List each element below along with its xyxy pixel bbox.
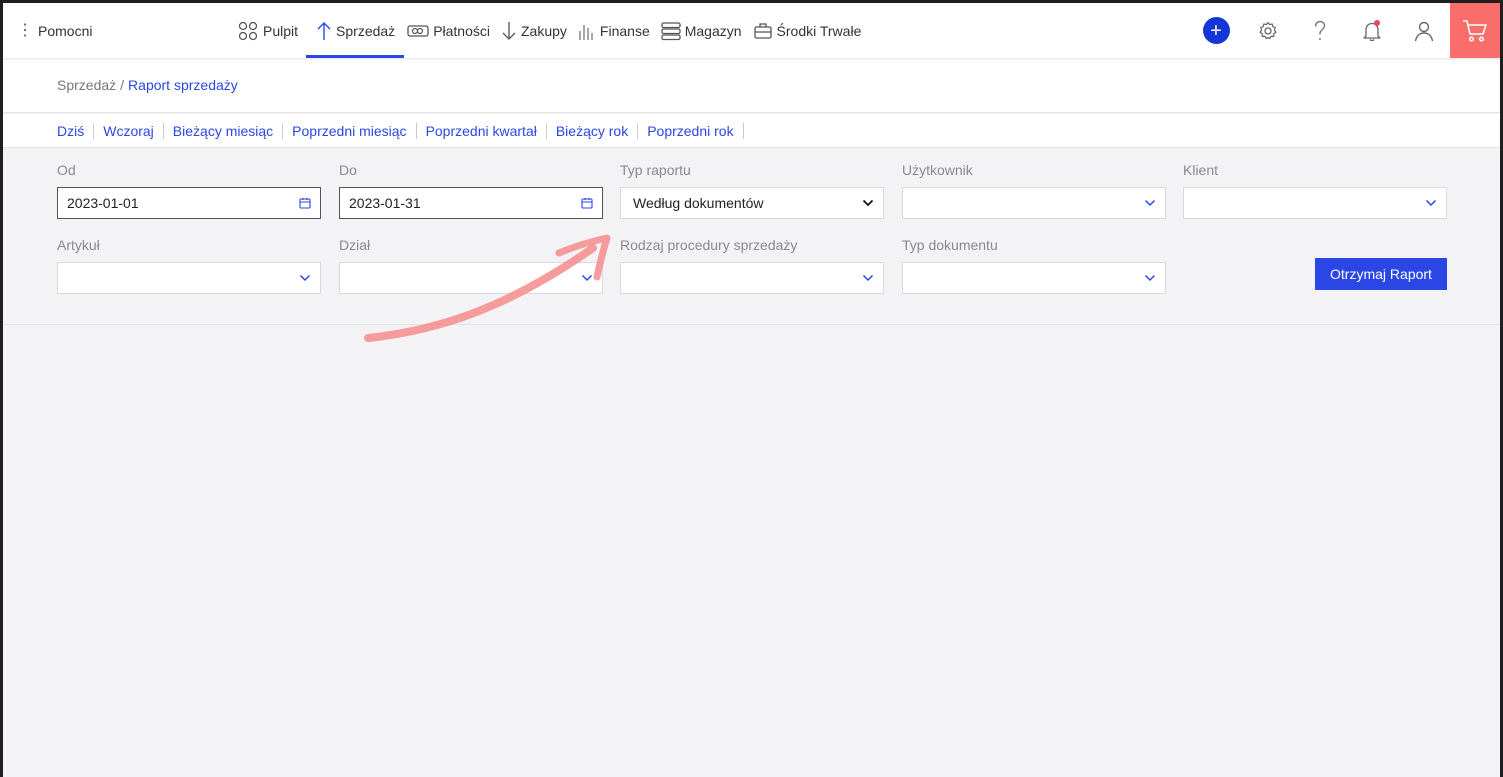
date-to-input[interactable]: 2023-01-31 [339,187,603,219]
client-select[interactable] [1183,187,1447,219]
field-typ-dokumentu: Typ dokumentu [902,237,1166,294]
article-select[interactable] [57,262,321,294]
calendar-icon[interactable] [299,197,311,209]
quick-range-previous-month[interactable]: Poprzedni miesiąc [283,122,417,139]
quick-range-yesterday[interactable]: Wczoraj [94,122,164,139]
field-label: Dział [339,237,371,253]
field-label: Artykuł [57,237,100,253]
add-new-button[interactable]: + [1190,3,1242,58]
arrow-up-icon [317,21,331,40]
nav-item-platnosci[interactable]: Płatności [404,3,498,58]
fixed-assets-icon [753,22,772,39]
calendar-icon[interactable] [581,197,593,209]
quick-range-current-year[interactable]: Bieżący rok [547,122,639,139]
cart-button[interactable] [1450,3,1500,58]
cart-icon [1463,19,1487,42]
header-actions: + [1190,3,1500,58]
brand-menu[interactable]: ⋮ Pomocni [17,3,92,58]
field-od: Od 2023-01-01 [57,162,321,219]
nav-item-pulpit[interactable]: Pulpit [234,3,306,58]
kebab-menu-icon[interactable]: ⋮ [17,22,33,39]
notifications-button[interactable] [1346,3,1398,58]
plus-icon: + [1202,17,1230,44]
field-artykul: Artykuł [57,237,321,294]
field-dzial: Dział [339,237,603,294]
chevron-down-icon [1144,199,1156,207]
field-value: 2023-01-31 [349,195,421,211]
nav-item-sprzedaz[interactable]: Sprzedaż [306,3,405,58]
field-do: Do 2023-01-31 [339,162,603,219]
field-label: Do [339,162,357,178]
top-nav: ⋮ Pomocni Pulpit Sprzedaż Płatności Zaku… [3,3,1500,58]
nav-item-srodki-trwale[interactable]: Środki Trwałe [750,3,870,58]
notification-dot [1374,20,1380,26]
breadcrumb-parent[interactable]: Sprzedaż [57,77,116,93]
field-label: Użytkownik [902,162,973,178]
nav-label: Sprzedaż [336,22,396,39]
breadcrumb: Sprzedaż / Raport sprzedaży [3,58,1500,113]
help-button[interactable] [1294,3,1346,58]
field-value: 2023-01-01 [67,195,139,211]
nav-label: Płatności [433,22,490,39]
nav-label: Środki Trwałe [776,22,862,39]
user-select[interactable] [902,187,1166,219]
chevron-down-icon [862,199,874,207]
field-value: Według dokumentów [633,195,764,211]
field-typ-raportu: Typ raportu Według dokumentów [620,162,884,219]
field-label: Rodzaj procedury sprzedaży [620,237,798,253]
date-from-input[interactable]: 2023-01-01 [57,187,321,219]
app-window: ⋮ Pomocni Pulpit Sprzedaż Płatności Zaku… [3,3,1500,777]
breadcrumb-current[interactable]: Raport sprzedaży [128,77,238,93]
warehouse-icon [661,21,681,40]
brand-label: Pomocni [38,22,93,39]
field-label: Od [57,162,76,178]
field-rodzaj-procedury: Rodzaj procedury sprzedaży [620,237,884,294]
quick-range-previous-quarter[interactable]: Poprzedni kwartał [417,122,547,139]
quick-date-ranges: Dziś Wczoraj Bieżący miesiąc Poprzedni m… [3,114,1500,148]
department-select[interactable] [339,262,603,294]
nav-item-magazyn[interactable]: Magazyn [658,3,750,58]
chevron-down-icon [1144,274,1156,282]
field-label: Typ raportu [620,162,691,178]
quick-range-previous-year[interactable]: Poprzedni rok [638,122,744,139]
arrow-down-icon [502,21,516,40]
nav-item-finanse[interactable]: Finanse [575,3,658,58]
dashboard-icon [238,21,258,40]
field-uzytkownik: Użytkownik [902,162,1166,219]
nav-label: Finanse [599,22,650,39]
chevron-down-icon [862,274,874,282]
quick-range-today[interactable]: Dziś [57,122,95,139]
bar-chart-icon [579,24,593,40]
user-icon [1414,21,1434,41]
main-nav: Pulpit Sprzedaż Płatności Zakupy Finanse… [234,3,869,58]
chevron-down-icon [299,274,311,282]
gear-icon [1259,21,1277,39]
question-icon [1314,20,1326,40]
document-type-select[interactable] [902,262,1166,294]
field-label: Typ dokumentu [902,237,998,253]
nav-label: Pulpit [263,22,299,39]
field-klient: Klient [1183,162,1447,219]
chevron-down-icon [581,274,593,282]
sales-procedure-select[interactable] [620,262,884,294]
settings-button[interactable] [1242,3,1294,58]
report-type-select[interactable]: Według dokumentów [620,187,884,219]
nav-label: Magazyn [684,22,742,39]
quick-range-current-month[interactable]: Bieżący miesiąc [164,122,284,139]
chevron-down-icon [1425,199,1437,207]
breadcrumb-separator: / [120,77,125,93]
cash-icon [407,24,429,37]
get-report-button[interactable]: Otrzymaj Raport [1315,258,1447,290]
nav-label: Zakupy [521,22,567,39]
field-label: Klient [1183,162,1219,178]
nav-item-zakupy[interactable]: Zakupy [498,3,575,58]
report-filters: Od 2023-01-01 Do 2023-01-31 Typ raportu [3,149,1500,325]
account-button[interactable] [1398,3,1450,58]
